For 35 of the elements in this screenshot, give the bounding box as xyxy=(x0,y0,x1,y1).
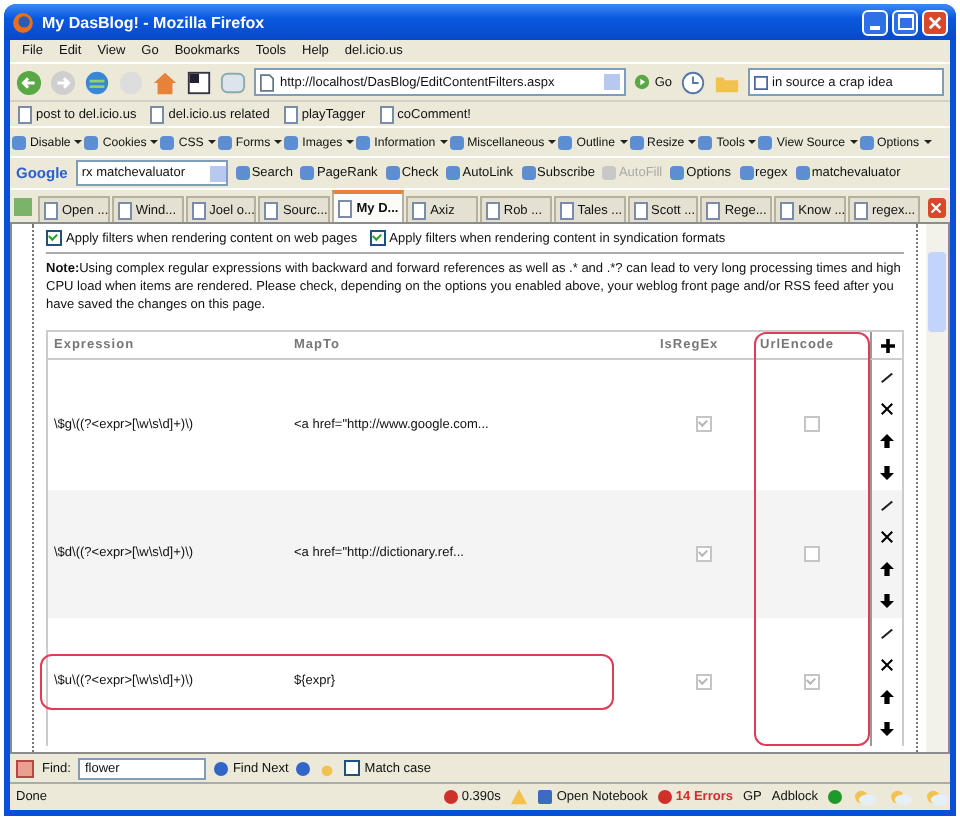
minimize-button[interactable] xyxy=(862,9,888,35)
pencil-icon[interactable] xyxy=(880,626,894,641)
down-arrow-icon[interactable] xyxy=(880,722,894,737)
back-icon[interactable] xyxy=(16,69,42,95)
checkbox[interactable] xyxy=(46,230,62,246)
maximize-button[interactable] xyxy=(892,9,918,35)
up-arrow-icon[interactable] xyxy=(880,690,894,705)
window-title: My DasBlog! - Mozilla Firefox xyxy=(42,13,267,31)
down-arrow-icon[interactable] xyxy=(880,465,894,480)
weather-icon xyxy=(852,788,878,806)
close-icon xyxy=(928,15,942,29)
status-dot-icon xyxy=(828,790,842,804)
search-engine-icon[interactable] xyxy=(754,75,768,89)
checkbox[interactable] xyxy=(344,760,361,776)
pencil-icon[interactable] xyxy=(880,498,894,513)
go-icon xyxy=(634,74,651,90)
delete-icon[interactable] xyxy=(880,401,894,416)
up-arrow-icon[interactable] xyxy=(880,562,894,577)
weather-icon xyxy=(888,788,914,806)
scrollbar[interactable] xyxy=(926,224,948,752)
close-button[interactable] xyxy=(922,9,948,35)
close-icon xyxy=(930,202,943,214)
checkbox[interactable] xyxy=(369,230,386,246)
close-tab-button[interactable] xyxy=(927,198,947,218)
clock-icon[interactable] xyxy=(680,69,706,95)
up-arrow-icon[interactable] xyxy=(880,433,894,448)
window-icon[interactable] xyxy=(186,69,212,95)
weather-icon xyxy=(924,788,950,806)
down-arrow-icon[interactable] xyxy=(880,594,894,609)
close-find-button[interactable] xyxy=(16,759,34,777)
delete-icon[interactable] xyxy=(880,658,894,673)
pencil-icon[interactable] xyxy=(880,369,894,384)
plus-icon[interactable] xyxy=(879,337,895,354)
delete-icon[interactable] xyxy=(880,530,894,545)
page-icon xyxy=(260,73,274,91)
